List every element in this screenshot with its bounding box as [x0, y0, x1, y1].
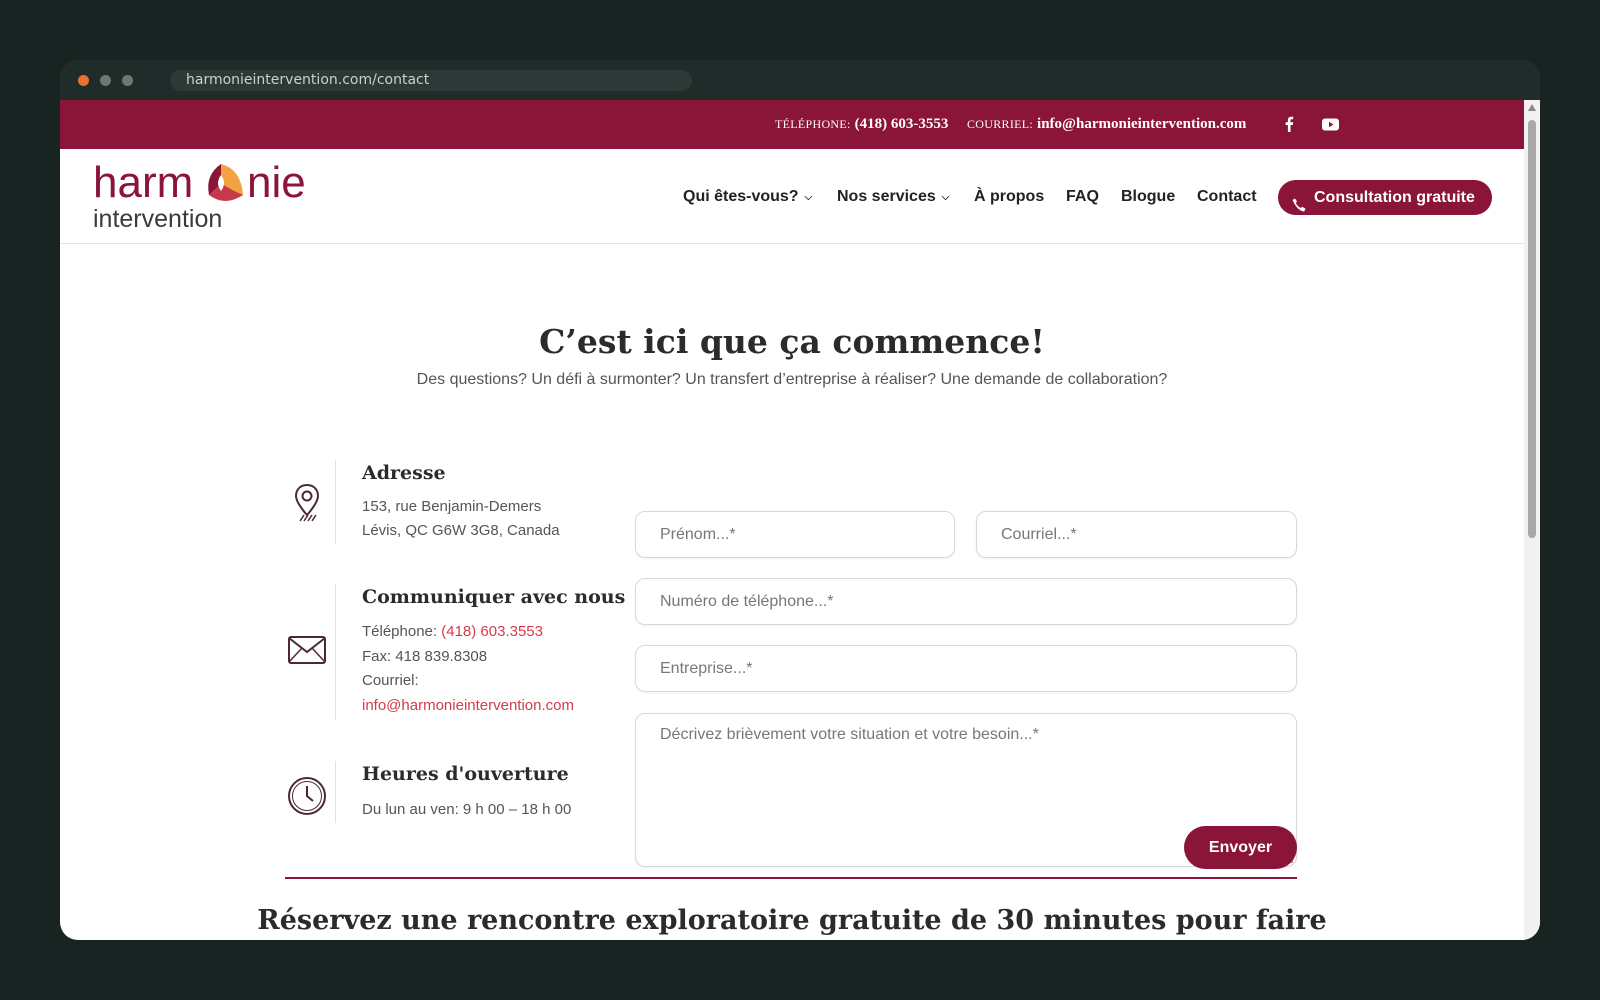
page-subtitle: Des questions? Un défi à surmonter? Un t… — [416, 371, 1168, 388]
consultation-button-label: Consultation gratuite — [1314, 189, 1475, 206]
booking-title: Réservez une rencontre exploratoire grat… — [257, 905, 1327, 936]
page-title: C’est ici que ça commence! — [539, 322, 1045, 361]
location-pin-icon — [285, 481, 329, 529]
site-header: harm nie intervention Qui êtes-vous? ⌵ No… — [60, 149, 1524, 244]
clock-icon — [285, 774, 329, 822]
hours-line: Du lun au ven: 9 h 00 – 18 h 00 — [362, 801, 572, 818]
topbar-phone: TÉLÉPHONE: (418) 603-3553 — [775, 115, 948, 133]
company-input[interactable] — [636, 646, 1296, 691]
hours-title: Heures d'ouverture — [362, 763, 569, 785]
hours-divider — [335, 761, 336, 823]
email-label: Courriel: — [362, 672, 419, 689]
section-divider — [285, 877, 1297, 879]
address-title: Adresse — [362, 462, 446, 484]
nav-item-label: Nos services — [837, 188, 936, 205]
logo-text-harm: harm — [93, 161, 193, 207]
page-viewport: TÉLÉPHONE: (418) 603-3553 COURRIEL: info… — [60, 100, 1540, 940]
top-info-bar: TÉLÉPHONE: (418) 603-3553 COURRIEL: info… — [60, 100, 1524, 149]
browser-window: harmonieintervention.com/contact TÉLÉPHO… — [60, 60, 1540, 940]
scrollbar-thumb[interactable] — [1528, 120, 1536, 538]
facebook-icon[interactable] — [1284, 116, 1294, 136]
email-link[interactable]: info@harmonieintervention.com — [362, 697, 574, 714]
nav-item-a-propos[interactable]: À propos — [974, 188, 1044, 206]
logo-text-intervention: intervention — [93, 205, 222, 233]
communicate-title: Communiquer avec nous — [362, 586, 626, 608]
address-line-2: Lévis, QC G6W 3G8, Canada — [362, 522, 560, 539]
nav-item-blogue[interactable]: Blogue — [1121, 188, 1175, 206]
phone-line: Téléphone: (418) 603.3553 — [362, 623, 543, 640]
company-field[interactable] — [635, 645, 1297, 692]
phone-input[interactable] — [636, 579, 1296, 624]
topbar-email: COURRIEL: info@harmonieintervention.com — [967, 115, 1246, 133]
email-field[interactable] — [976, 511, 1297, 558]
nav-item-qui-etes-vous[interactable]: Qui êtes-vous? ⌵ — [683, 188, 812, 206]
address-line-1: 153, rue Benjamin-Demers — [362, 498, 542, 515]
envelope-icon — [285, 629, 329, 677]
firstname-input[interactable] — [636, 512, 954, 557]
fax-line: Fax: 418 839.8308 — [362, 648, 488, 665]
topbar-phone-label: TÉLÉPHONE: — [775, 117, 851, 131]
chevron-down-icon: ⌵ — [941, 192, 950, 203]
chevron-down-icon: ⌵ — [804, 192, 813, 203]
phone-icon — [1292, 190, 1306, 225]
close-window-button[interactable] — [78, 75, 89, 86]
logo-text-nie: nie — [247, 161, 306, 207]
address-divider — [335, 460, 336, 544]
nav-item-faq[interactable]: FAQ — [1066, 188, 1099, 206]
nav-item-label: Qui êtes-vous? — [683, 188, 799, 205]
youtube-icon[interactable] — [1322, 116, 1339, 135]
nav-item-nos-services[interactable]: Nos services ⌵ — [837, 188, 949, 206]
consultation-button[interactable]: Consultation gratuite — [1278, 180, 1492, 215]
email-input[interactable] — [977, 512, 1296, 557]
phone-field[interactable] — [635, 578, 1297, 625]
topbar-email-link[interactable]: info@harmonieintervention.com — [1037, 116, 1246, 132]
page-scrollbar[interactable] — [1524, 100, 1540, 940]
harmonie-logo[interactable]: harm nie intervention — [93, 161, 343, 233]
topbar-email-label: COURRIEL: — [967, 117, 1034, 131]
phone-label: Téléphone: — [362, 623, 438, 640]
scroll-up-arrow-icon[interactable] — [1528, 104, 1536, 111]
address-bar[interactable]: harmonieintervention.com/contact — [170, 70, 692, 91]
minimize-window-button[interactable] — [100, 75, 111, 86]
firstname-field[interactable] — [635, 511, 955, 558]
send-button[interactable]: Envoyer — [1184, 826, 1297, 869]
browser-titlebar: harmonieintervention.com/contact — [60, 60, 1540, 100]
phone-link[interactable]: (418) 603.3553 — [441, 623, 543, 640]
communicate-divider — [335, 584, 336, 720]
nav-item-contact[interactable]: Contact — [1197, 188, 1257, 206]
logo-symbol — [208, 164, 243, 201]
maximize-window-button[interactable] — [122, 75, 133, 86]
topbar-phone-link[interactable]: (418) 603-3553 — [855, 116, 949, 132]
